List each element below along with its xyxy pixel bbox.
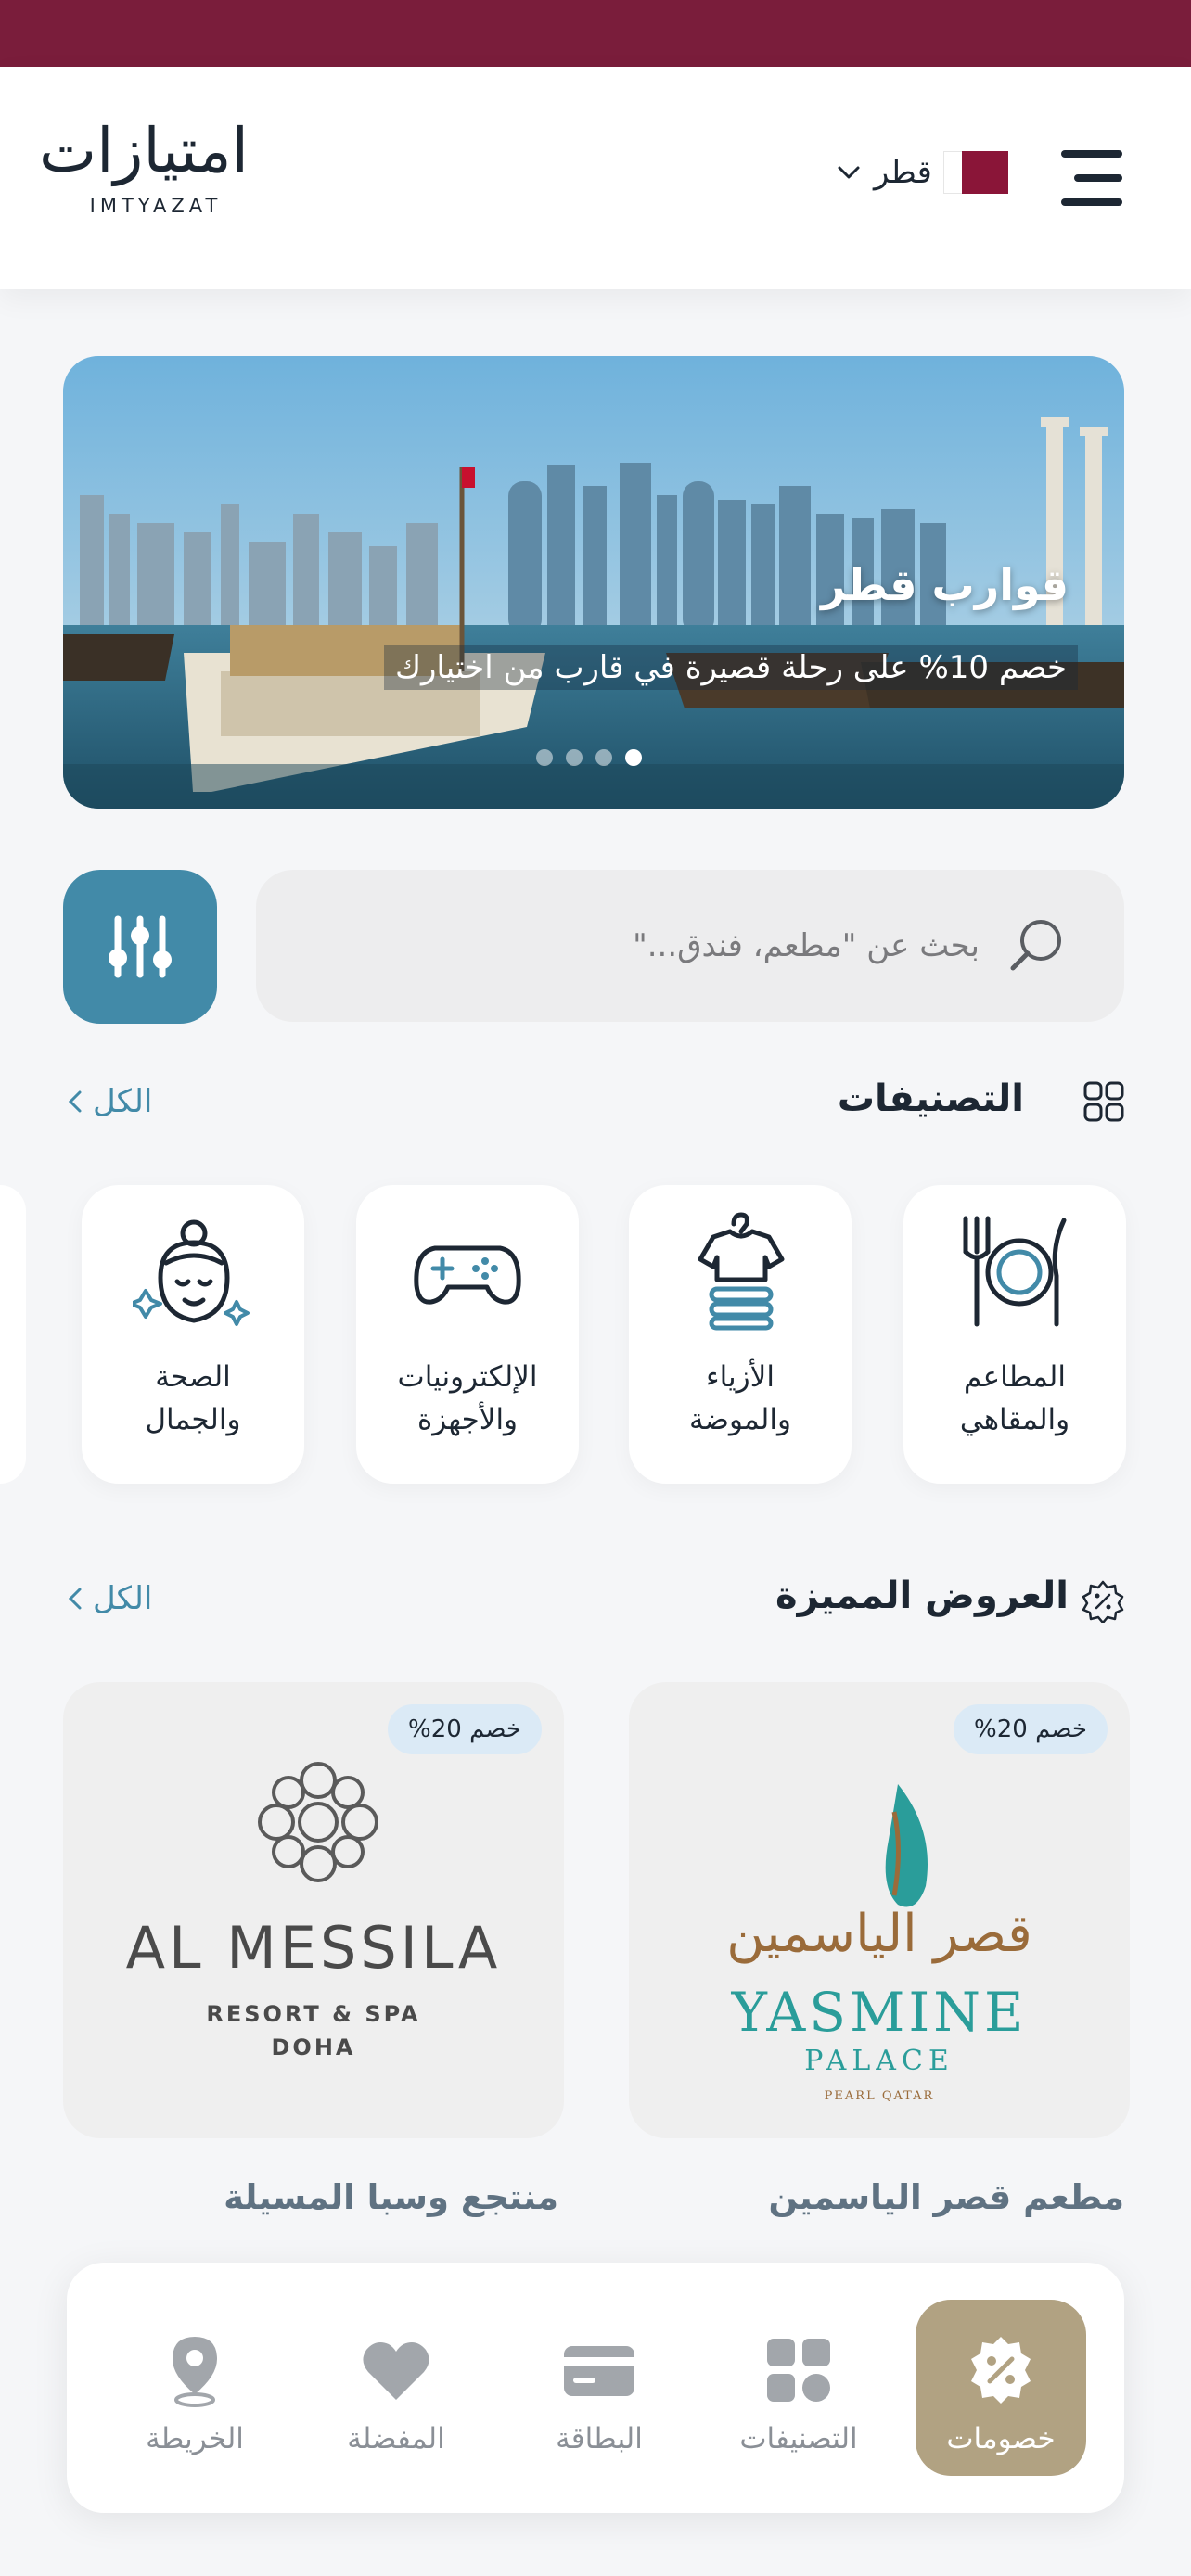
carousel-dot[interactable] — [536, 749, 553, 766]
featured-see-all-link[interactable]: الكل — [67, 1580, 152, 1617]
tab-discounts[interactable]: خصومات — [916, 2300, 1086, 2476]
categories-title: التصنيفات — [837, 1078, 1024, 1120]
card-icon — [564, 2346, 634, 2396]
offer-card-yasmine-palace[interactable]: خصم 20% قصر الياسمين YASMINE PALACE PEAR… — [629, 1682, 1130, 2138]
map-pin-icon — [173, 2337, 217, 2407]
country-selector[interactable]: قطر — [835, 147, 1030, 198]
tab-map[interactable]: الخريطة — [109, 2300, 280, 2476]
tab-label: التصنيفات — [739, 2422, 858, 2455]
discount-badge-outline-icon — [1082, 1580, 1124, 1623]
see-all-label: الكل — [93, 1580, 153, 1617]
spa-face-icon — [133, 1219, 250, 1326]
app-header: امتيازات IMTYAZAT قطر — [0, 67, 1191, 289]
svg-text:قصر الياسمين: قصر الياسمين — [726, 1904, 1031, 1964]
category-label: الصحة والجمال — [145, 1360, 241, 1436]
category-card-partial[interactable] — [0, 1185, 26, 1484]
al-messila-logo-sub: RESORT & SPA — [206, 2001, 421, 2027]
tab-label: الخريطة — [146, 2422, 244, 2455]
gamepad-icon — [414, 1245, 521, 1305]
filter-button[interactable] — [63, 870, 217, 1024]
category-card-health-beauty[interactable]: الصحة والجمال — [82, 1185, 304, 1484]
search-icon — [1010, 920, 1061, 971]
svg-text:YASMINE: YASMINE — [731, 1981, 1028, 2044]
categories-see-all-link[interactable]: الكل — [67, 1083, 152, 1120]
tab-label: خصومات — [946, 2422, 1056, 2455]
category-card-fashion[interactable]: الأزياء والموضة — [629, 1185, 852, 1484]
banner-title: قوارب قطر — [821, 560, 1069, 610]
chevron-left-icon — [68, 1588, 82, 1610]
al-messila-logo-small: DOHA — [271, 2034, 356, 2060]
heart-icon — [363, 2342, 429, 2400]
chevron-left-icon — [68, 1090, 82, 1113]
carousel-dot-active[interactable] — [625, 749, 642, 766]
tab-card[interactable]: البطاقة — [514, 2300, 685, 2476]
app-logo: امتيازات IMTYAZAT — [39, 111, 249, 241]
plate-cutlery-icon — [963, 1216, 1067, 1327]
grid-icon — [767, 2339, 830, 2402]
offer-name[interactable]: مطعم قصر الياسمين — [623, 2177, 1124, 2217]
carousel-dots — [536, 749, 642, 766]
category-label: المطاعم والمقاهي — [959, 1360, 1070, 1436]
al-messila-emblem — [258, 1762, 378, 1882]
category-label: الأزياء والموضة — [689, 1360, 791, 1436]
menu-icon — [1061, 150, 1122, 206]
sliders-icon — [109, 915, 172, 978]
category-label: الإلكترونيات والأجهزة — [397, 1360, 538, 1436]
bottom-tab-bar: خصومات التصنيفات البطاقة المفضلة الخريطة — [67, 2263, 1124, 2513]
hamburger-menu-button[interactable] — [1057, 147, 1126, 210]
status-bar-strip — [0, 0, 1191, 67]
banner-subtitle: خصم 10% على رحلة قصيرة في قارب من اختيار… — [383, 645, 1078, 690]
offer-name[interactable]: منتجع وسبا المسيلة — [58, 2177, 558, 2217]
promo-banner[interactable]: قوارب قطر خصم 10% على رحلة قصيرة في قارب… — [63, 356, 1124, 809]
qatar-flag-icon — [942, 151, 1008, 194]
categories-grid-icon — [1083, 1081, 1124, 1122]
tab-label: المفضلة — [347, 2422, 445, 2455]
carousel-dot[interactable] — [566, 749, 583, 766]
search-input[interactable] — [293, 870, 980, 1022]
chevron-down-icon — [835, 159, 863, 186]
country-name: قطر — [874, 154, 932, 191]
carousel-dot[interactable] — [596, 749, 612, 766]
logo-arabic-text: امتيازات — [39, 115, 249, 186]
category-card-electronics[interactable]: الإلكترونيات والأجهزة — [356, 1185, 579, 1484]
logo-english-text: IMTYAZAT — [89, 195, 223, 217]
see-all-label: الكل — [93, 1083, 153, 1120]
tab-categories[interactable]: التصنيفات — [713, 2300, 884, 2476]
featured-offers-title: العروض المميزة — [775, 1575, 1069, 1617]
shirt-hanger-icon — [698, 1212, 785, 1331]
discount-badge: خصم 20% — [954, 1704, 1108, 1754]
yasmine-palace-logo: قصر الياسمين YASMINE PALACE PEARL QATAR — [726, 1784, 1032, 2103]
search-bar — [256, 870, 1124, 1022]
svg-text:PEARL QATAR: PEARL QATAR — [825, 2089, 935, 2103]
discount-badge-icon — [971, 2337, 1031, 2404]
discount-badge: خصم 20% — [388, 1704, 542, 1754]
tab-label: البطاقة — [556, 2422, 643, 2455]
tab-favorites[interactable]: المفضلة — [311, 2300, 481, 2476]
al-messila-logo-text: AL MESSILA — [125, 1914, 502, 1982]
svg-text:PALACE: PALACE — [804, 2045, 954, 2077]
offer-card-al-messila[interactable]: خصم 20% AL MESSILA RESORT & SPA DOHA — [63, 1682, 564, 2138]
category-card-restaurants[interactable]: المطاعم والمقاهي — [903, 1185, 1126, 1484]
